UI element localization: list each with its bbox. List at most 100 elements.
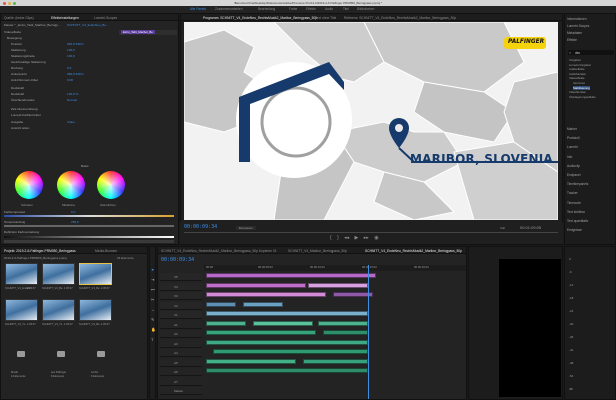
project-item-thumbnail[interactable] bbox=[79, 299, 112, 321]
timeline-clip[interactable] bbox=[206, 311, 368, 316]
selection-tool-icon[interactable]: ➤ bbox=[151, 267, 154, 272]
timeline-clip[interactable] bbox=[206, 273, 376, 278]
timeline-clip[interactable] bbox=[303, 358, 368, 364]
effect-property-value[interactable]: 100,0 bbox=[67, 54, 75, 58]
workspace-tab[interactable]: Audio bbox=[325, 7, 333, 11]
temperature-value[interactable]: 0,0 bbox=[71, 210, 75, 214]
effects-tree-item[interactable]: Stabilisierung bbox=[573, 85, 590, 90]
section-motion[interactable]: Bewegung bbox=[7, 36, 22, 40]
mini-scrollbar[interactable] bbox=[4, 240, 174, 243]
effect-property-value[interactable]: Video bbox=[67, 120, 75, 124]
tab-effect-controls[interactable]: Effekteinstellungen bbox=[51, 16, 79, 20]
effects-tree-item[interactable]: Audioblenden bbox=[569, 72, 586, 76]
razor-tool-icon[interactable]: ✂ bbox=[151, 297, 154, 302]
track-header[interactable]: Master bbox=[160, 387, 202, 395]
range-slider[interactable] bbox=[4, 225, 174, 227]
workspace-tab[interactable]: Alle Panels bbox=[190, 7, 206, 11]
track-header[interactable]: V1 bbox=[160, 311, 202, 319]
clip-mini-timeline[interactable]: Extro_Tail1_Maribor_Be bbox=[119, 30, 177, 35]
close-dot-icon[interactable] bbox=[3, 1, 6, 5]
workspace-tab[interactable]: Zusammenarbeiten bbox=[215, 7, 242, 11]
effects-search[interactable]: ⌕ dec bbox=[568, 50, 614, 55]
quality-dropdown[interactable]: Voll bbox=[500, 226, 505, 230]
track-header[interactable]: A2 bbox=[160, 330, 202, 338]
right-panel-tab[interactable]: Informationen bbox=[567, 17, 587, 21]
effect-property-value[interactable]: 100,0 bbox=[67, 48, 75, 52]
track-header[interactable]: V4 bbox=[160, 282, 202, 291]
project-item-thumbnail[interactable] bbox=[79, 263, 112, 285]
timeline-ruler[interactable]: 00:00 00:00:05:00 00:00:10:00 00:00:15:00 00… bbox=[204, 265, 466, 271]
program-monitor-video[interactable]: MARIBOR, SLOVENIA PALFINGER bbox=[184, 22, 558, 220]
timeline-timecode[interactable]: 00:00:09:34 bbox=[161, 257, 194, 263]
playhead-bar[interactable] bbox=[184, 232, 558, 233]
timeline-clip[interactable] bbox=[206, 320, 246, 326]
effect-property-value[interactable]: 100,0 % bbox=[67, 92, 78, 96]
panel-menu-item[interactable]: Timelinepanels bbox=[567, 182, 588, 186]
timeline-clip[interactable] bbox=[333, 292, 373, 297]
source-clip-label[interactable]: Master * _Extro_Tail1_Maribor_Beringp... bbox=[4, 23, 61, 27]
folder-icon[interactable] bbox=[17, 351, 25, 357]
ripple-edit-icon[interactable]: ⟷ bbox=[151, 287, 155, 292]
track-header[interactable]: A1 bbox=[160, 320, 202, 329]
timeline-clip[interactable] bbox=[213, 349, 368, 354]
panel-menu-item[interactable]: Tracker bbox=[567, 191, 578, 195]
effects-tree-item[interactable]: Verzerren bbox=[573, 81, 585, 85]
track-header[interactable]: V2 bbox=[160, 301, 202, 310]
timeline-clip[interactable] bbox=[318, 320, 368, 326]
tab-source[interactable]: Quelle: (keine Clips) bbox=[4, 16, 34, 20]
tab-reference[interactable]: Referenz: SCHNITT_V4_EndeNeu_RechtsMusik… bbox=[344, 16, 456, 20]
project-item-thumbnail[interactable] bbox=[42, 299, 75, 321]
panel-menu-item[interactable]: Endpanel bbox=[567, 173, 580, 177]
pen-tool-icon[interactable]: ✎ bbox=[151, 317, 154, 322]
track-header[interactable]: A3 bbox=[160, 339, 202, 348]
effect-property-value[interactable]: 0,0 bbox=[67, 66, 71, 70]
right-panel-tab[interactable]: Metadaten bbox=[567, 31, 582, 35]
track-header[interactable]: V5 bbox=[160, 273, 202, 281]
type-tool-icon[interactable]: T bbox=[151, 337, 153, 342]
track-header[interactable]: A5 bbox=[160, 358, 202, 367]
panel-menu-item[interactable]: Audioclip bbox=[567, 164, 580, 168]
timeline-clip[interactable] bbox=[308, 282, 368, 288]
definition-slider[interactable] bbox=[4, 236, 174, 238]
effects-tree-item[interactable]: Audioeffekte bbox=[569, 67, 585, 71]
folder-icon[interactable] bbox=[97, 351, 105, 357]
track-header[interactable]: A7 bbox=[160, 377, 202, 386]
zoom-dot-icon[interactable] bbox=[13, 1, 16, 5]
timeline-clip[interactable] bbox=[243, 301, 283, 307]
workspace-tab[interactable]: Bearbeitung bbox=[258, 7, 275, 11]
effects-tree-item[interactable]: Videoeffekte bbox=[569, 76, 584, 80]
workspace-tab[interactable]: Titel bbox=[343, 7, 349, 11]
panel-menu-item[interactable]: Marker bbox=[567, 127, 577, 131]
tab-media-browser[interactable]: Media-Browser bbox=[95, 249, 117, 253]
midtones-color-wheel[interactable] bbox=[57, 171, 85, 199]
right-panel-tab[interactable]: Lumetri-Scopes bbox=[567, 24, 589, 28]
right-panel-tab[interactable]: Effekte bbox=[567, 38, 577, 42]
timeline-clip[interactable] bbox=[206, 330, 316, 335]
sequence-label[interactable]: SCHNITT_V4_EndeNeu_Bo... bbox=[67, 23, 109, 27]
project-item-thumbnail[interactable] bbox=[5, 299, 38, 321]
timeline-clip[interactable] bbox=[323, 330, 368, 335]
project-item-thumbnail[interactable] bbox=[5, 263, 38, 285]
tab-sequence-active[interactable]: SCHNITT_V4_EndeNeu_RechtsMusik2_Maribor_… bbox=[365, 249, 462, 253]
track-select-icon[interactable]: ⇥ bbox=[151, 277, 154, 282]
tab-text[interactable]: Text ohne Titel bbox=[315, 16, 336, 20]
timeline-clip[interactable] bbox=[206, 301, 236, 307]
mark-out-icon[interactable]: } bbox=[337, 235, 339, 241]
workspace-tab[interactable]: Bibliotheken bbox=[357, 7, 374, 11]
track-header[interactable]: A6 bbox=[160, 368, 202, 376]
panel-menu-item[interactable]: Protokoll bbox=[567, 136, 579, 140]
timeline-clip[interactable] bbox=[206, 339, 368, 345]
tab-program[interactable]: Programm: SCHNITT_V4_EndeNeu_RechtsMusik… bbox=[203, 16, 317, 20]
effect-property-value[interactable]: 960,0 540,0 bbox=[67, 72, 83, 76]
panel-menu-item[interactable]: Info bbox=[567, 155, 572, 159]
panel-menu-item[interactable]: Lumetri bbox=[567, 145, 578, 149]
effects-tree-item[interactable]: Überlagerungseffekte bbox=[569, 95, 596, 99]
temperature-slider[interactable] bbox=[4, 215, 174, 217]
workspace-tab[interactable]: Farbe bbox=[289, 7, 297, 11]
effect-property-value[interactable]: 960,0 540,0 bbox=[67, 42, 83, 46]
step-forward-icon[interactable]: ▸▸ bbox=[364, 235, 369, 241]
project-item-thumbnail[interactable] bbox=[42, 263, 75, 285]
timeline-clip[interactable] bbox=[206, 368, 368, 373]
program-timecode[interactable]: 00:00:09:34 bbox=[184, 224, 217, 230]
effects-tree-item[interactable]: Vorgaben bbox=[569, 58, 581, 62]
